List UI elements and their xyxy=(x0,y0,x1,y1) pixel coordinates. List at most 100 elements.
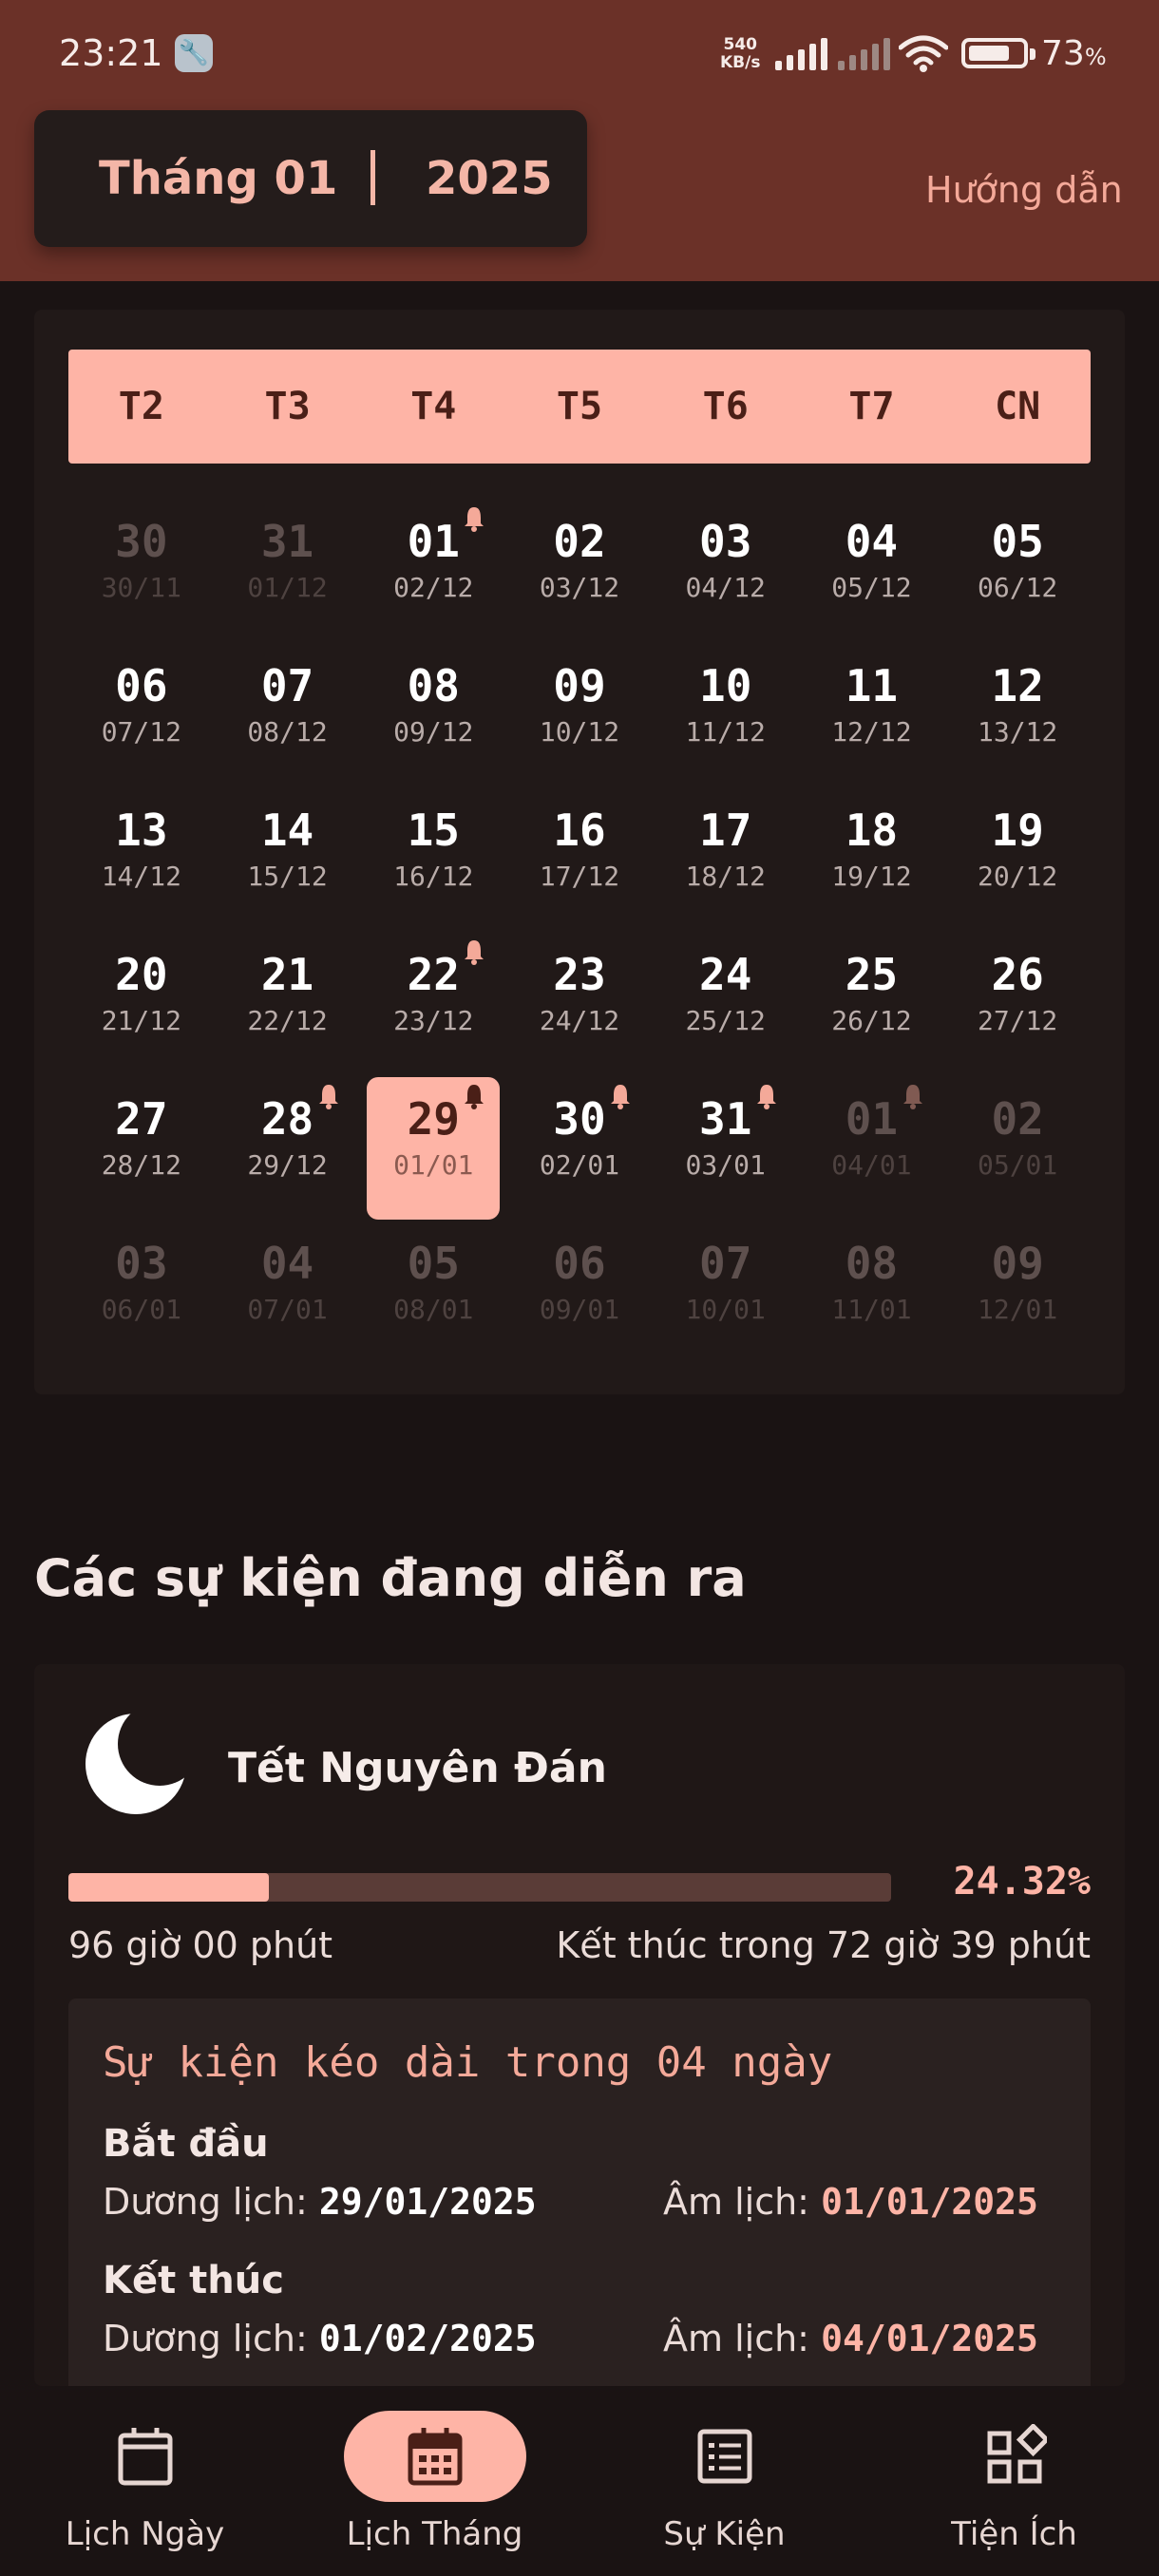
calendar-day[interactable]: 08 09/12 xyxy=(360,638,506,783)
calendar-day[interactable]: 09 10/12 xyxy=(506,638,653,783)
solar-day: 05 xyxy=(991,516,1044,567)
nav-item-day-calendar[interactable]: Lịch Ngày xyxy=(0,2392,290,2576)
network-speed-value: 540 xyxy=(723,35,757,54)
calendar-day[interactable]: 19 20/12 xyxy=(944,783,1091,927)
calendar-day[interactable]: 10 11/12 xyxy=(653,638,799,783)
lunar-date: 05/12 xyxy=(831,572,912,603)
calendar-day[interactable]: 12 13/12 xyxy=(944,638,1091,783)
calendar-day[interactable]: 30 02/01 xyxy=(506,1071,653,1216)
calendar-day[interactable]: 31 03/01 xyxy=(653,1071,799,1216)
lunar-date: 23/12 xyxy=(393,1005,474,1036)
calendar-day[interactable]: 07 10/01 xyxy=(653,1216,799,1360)
guide-link[interactable]: Hướng dẫn xyxy=(925,169,1123,211)
calendar-day[interactable]: 24 25/12 xyxy=(653,927,799,1071)
nav-label: Lịch Tháng xyxy=(346,2515,523,2553)
lunar-date: 12/12 xyxy=(831,716,912,748)
calendar-day[interactable]: 02 03/12 xyxy=(506,494,653,638)
calendar-day[interactable]: 05 08/01 xyxy=(360,1216,506,1360)
bell-icon xyxy=(463,505,485,532)
calendar-day[interactable]: 03 04/12 xyxy=(653,494,799,638)
lunar-date: 30/11 xyxy=(101,572,181,603)
calendar-day[interactable]: 27 28/12 xyxy=(68,1071,215,1216)
month-calendar: T2 T3 T4 T5 T6 T7 CN 30 30/11 31 01/12 01 02/12 02 03… xyxy=(34,310,1125,1394)
calendar-day[interactable]: 25 26/12 xyxy=(799,927,945,1071)
battery-icon xyxy=(961,38,1036,68)
weekday-label: CN xyxy=(995,385,1041,428)
solar-day: 10 xyxy=(699,660,752,711)
solar-day: 03 xyxy=(699,516,752,567)
calendar-day[interactable]: 26 27/12 xyxy=(944,927,1091,1071)
solar-day: 05 xyxy=(407,1238,460,1289)
solar-day: 20 xyxy=(115,949,168,1000)
list-icon xyxy=(693,2424,757,2489)
widgets-icon xyxy=(982,2424,1047,2489)
lunar-date: 27/12 xyxy=(977,1005,1058,1036)
calendar-day[interactable]: 13 14/12 xyxy=(68,783,215,927)
bell-icon xyxy=(902,1083,924,1109)
nav-item-utilities[interactable]: Tiện Ích xyxy=(869,2392,1159,2576)
calendar-day[interactable]: 11 12/12 xyxy=(799,638,945,783)
start-lunar: Âm lịch: 01/01/2025 xyxy=(663,2181,1038,2223)
calendar-day[interactable]: 01 04/01 xyxy=(799,1071,945,1216)
solar-day: 13 xyxy=(115,805,168,856)
lunar-date: 20/12 xyxy=(977,861,1058,892)
nav-label: Sự Kiện xyxy=(663,2515,786,2553)
lunar-date: 07/01 xyxy=(247,1294,328,1325)
calendar-day[interactable]: 08 11/01 xyxy=(799,1216,945,1360)
bell-icon xyxy=(463,1083,485,1109)
event-name: Tết Nguyên Đán xyxy=(228,1744,607,1792)
solar-day: 06 xyxy=(115,660,168,711)
calendar-day[interactable]: 07 08/12 xyxy=(215,638,361,783)
nav-item-month-calendar[interactable]: Lịch Tháng xyxy=(290,2392,580,2576)
battery-percent: 73% xyxy=(1041,34,1107,73)
calendar-day[interactable]: 18 19/12 xyxy=(799,783,945,927)
lunar-date: 06/12 xyxy=(977,572,1058,603)
month-year-selector[interactable]: Tháng 01 2025 xyxy=(34,110,587,247)
solar-day: 31 xyxy=(260,516,314,567)
calendar-day[interactable]: 22 23/12 xyxy=(360,927,506,1071)
solar-day: 23 xyxy=(553,949,606,1000)
calendar-day[interactable]: 05 06/12 xyxy=(944,494,1091,638)
calendar-day[interactable]: 03 06/01 xyxy=(68,1216,215,1360)
bell-icon xyxy=(755,1083,778,1109)
solar-day: 15 xyxy=(407,805,460,856)
bell-icon xyxy=(609,1083,632,1109)
end-label: Kết thúc xyxy=(103,2259,284,2302)
calendar-day[interactable]: 21 22/12 xyxy=(215,927,361,1071)
event-card[interactable]: Tết Nguyên Đán 24.32% 96 giờ 00 phút Kết… xyxy=(34,1664,1125,2386)
calendar-day[interactable]: 16 17/12 xyxy=(506,783,653,927)
calendar-day[interactable]: 15 16/12 xyxy=(360,783,506,927)
calendar-day[interactable]: 04 05/12 xyxy=(799,494,945,638)
calendar-day[interactable]: 09 12/01 xyxy=(944,1216,1091,1360)
solar-day: 16 xyxy=(553,805,606,856)
calendar-day[interactable]: 30 30/11 xyxy=(68,494,215,638)
end-solar: Dương lịch: 01/02/2025 xyxy=(103,2318,537,2359)
solar-day: 17 xyxy=(699,805,752,856)
month-label: Tháng 01 xyxy=(99,152,338,205)
weekday-label: T2 xyxy=(118,385,164,428)
calendar-day[interactable]: 02 05/01 xyxy=(944,1071,1091,1216)
nav-item-events[interactable]: Sự Kiện xyxy=(580,2392,869,2576)
solar-day: 04 xyxy=(845,516,899,567)
calendar-day[interactable]: 06 07/12 xyxy=(68,638,215,783)
event-elapsed: 96 giờ 00 phút xyxy=(68,1924,333,1966)
solar-day: 08 xyxy=(845,1238,899,1289)
calendar-day[interactable]: 01 02/12 xyxy=(360,494,506,638)
calendar-day[interactable]: 23 24/12 xyxy=(506,927,653,1071)
calendar-day[interactable]: 06 09/01 xyxy=(506,1216,653,1360)
calendar-day[interactable]: 20 21/12 xyxy=(68,927,215,1071)
calendar-day[interactable]: 04 07/01 xyxy=(215,1216,361,1360)
lunar-date: 09/01 xyxy=(539,1294,620,1325)
calendar-day-selected[interactable]: 29 01/01 xyxy=(360,1071,506,1220)
calendar-day[interactable]: 17 18/12 xyxy=(653,783,799,927)
end-lunar: Âm lịch: 04/01/2025 xyxy=(663,2318,1038,2359)
weekday-label: T7 xyxy=(848,385,895,428)
solar-day: 24 xyxy=(699,949,752,1000)
event-progress-bar xyxy=(68,1873,891,1902)
solar-day: 09 xyxy=(991,1238,1044,1289)
calendar-day[interactable]: 14 15/12 xyxy=(215,783,361,927)
lunar-date: 04/12 xyxy=(685,572,766,603)
calendar-day[interactable]: 28 29/12 xyxy=(215,1071,361,1216)
lunar-date: 21/12 xyxy=(101,1005,181,1036)
calendar-day[interactable]: 31 01/12 xyxy=(215,494,361,638)
